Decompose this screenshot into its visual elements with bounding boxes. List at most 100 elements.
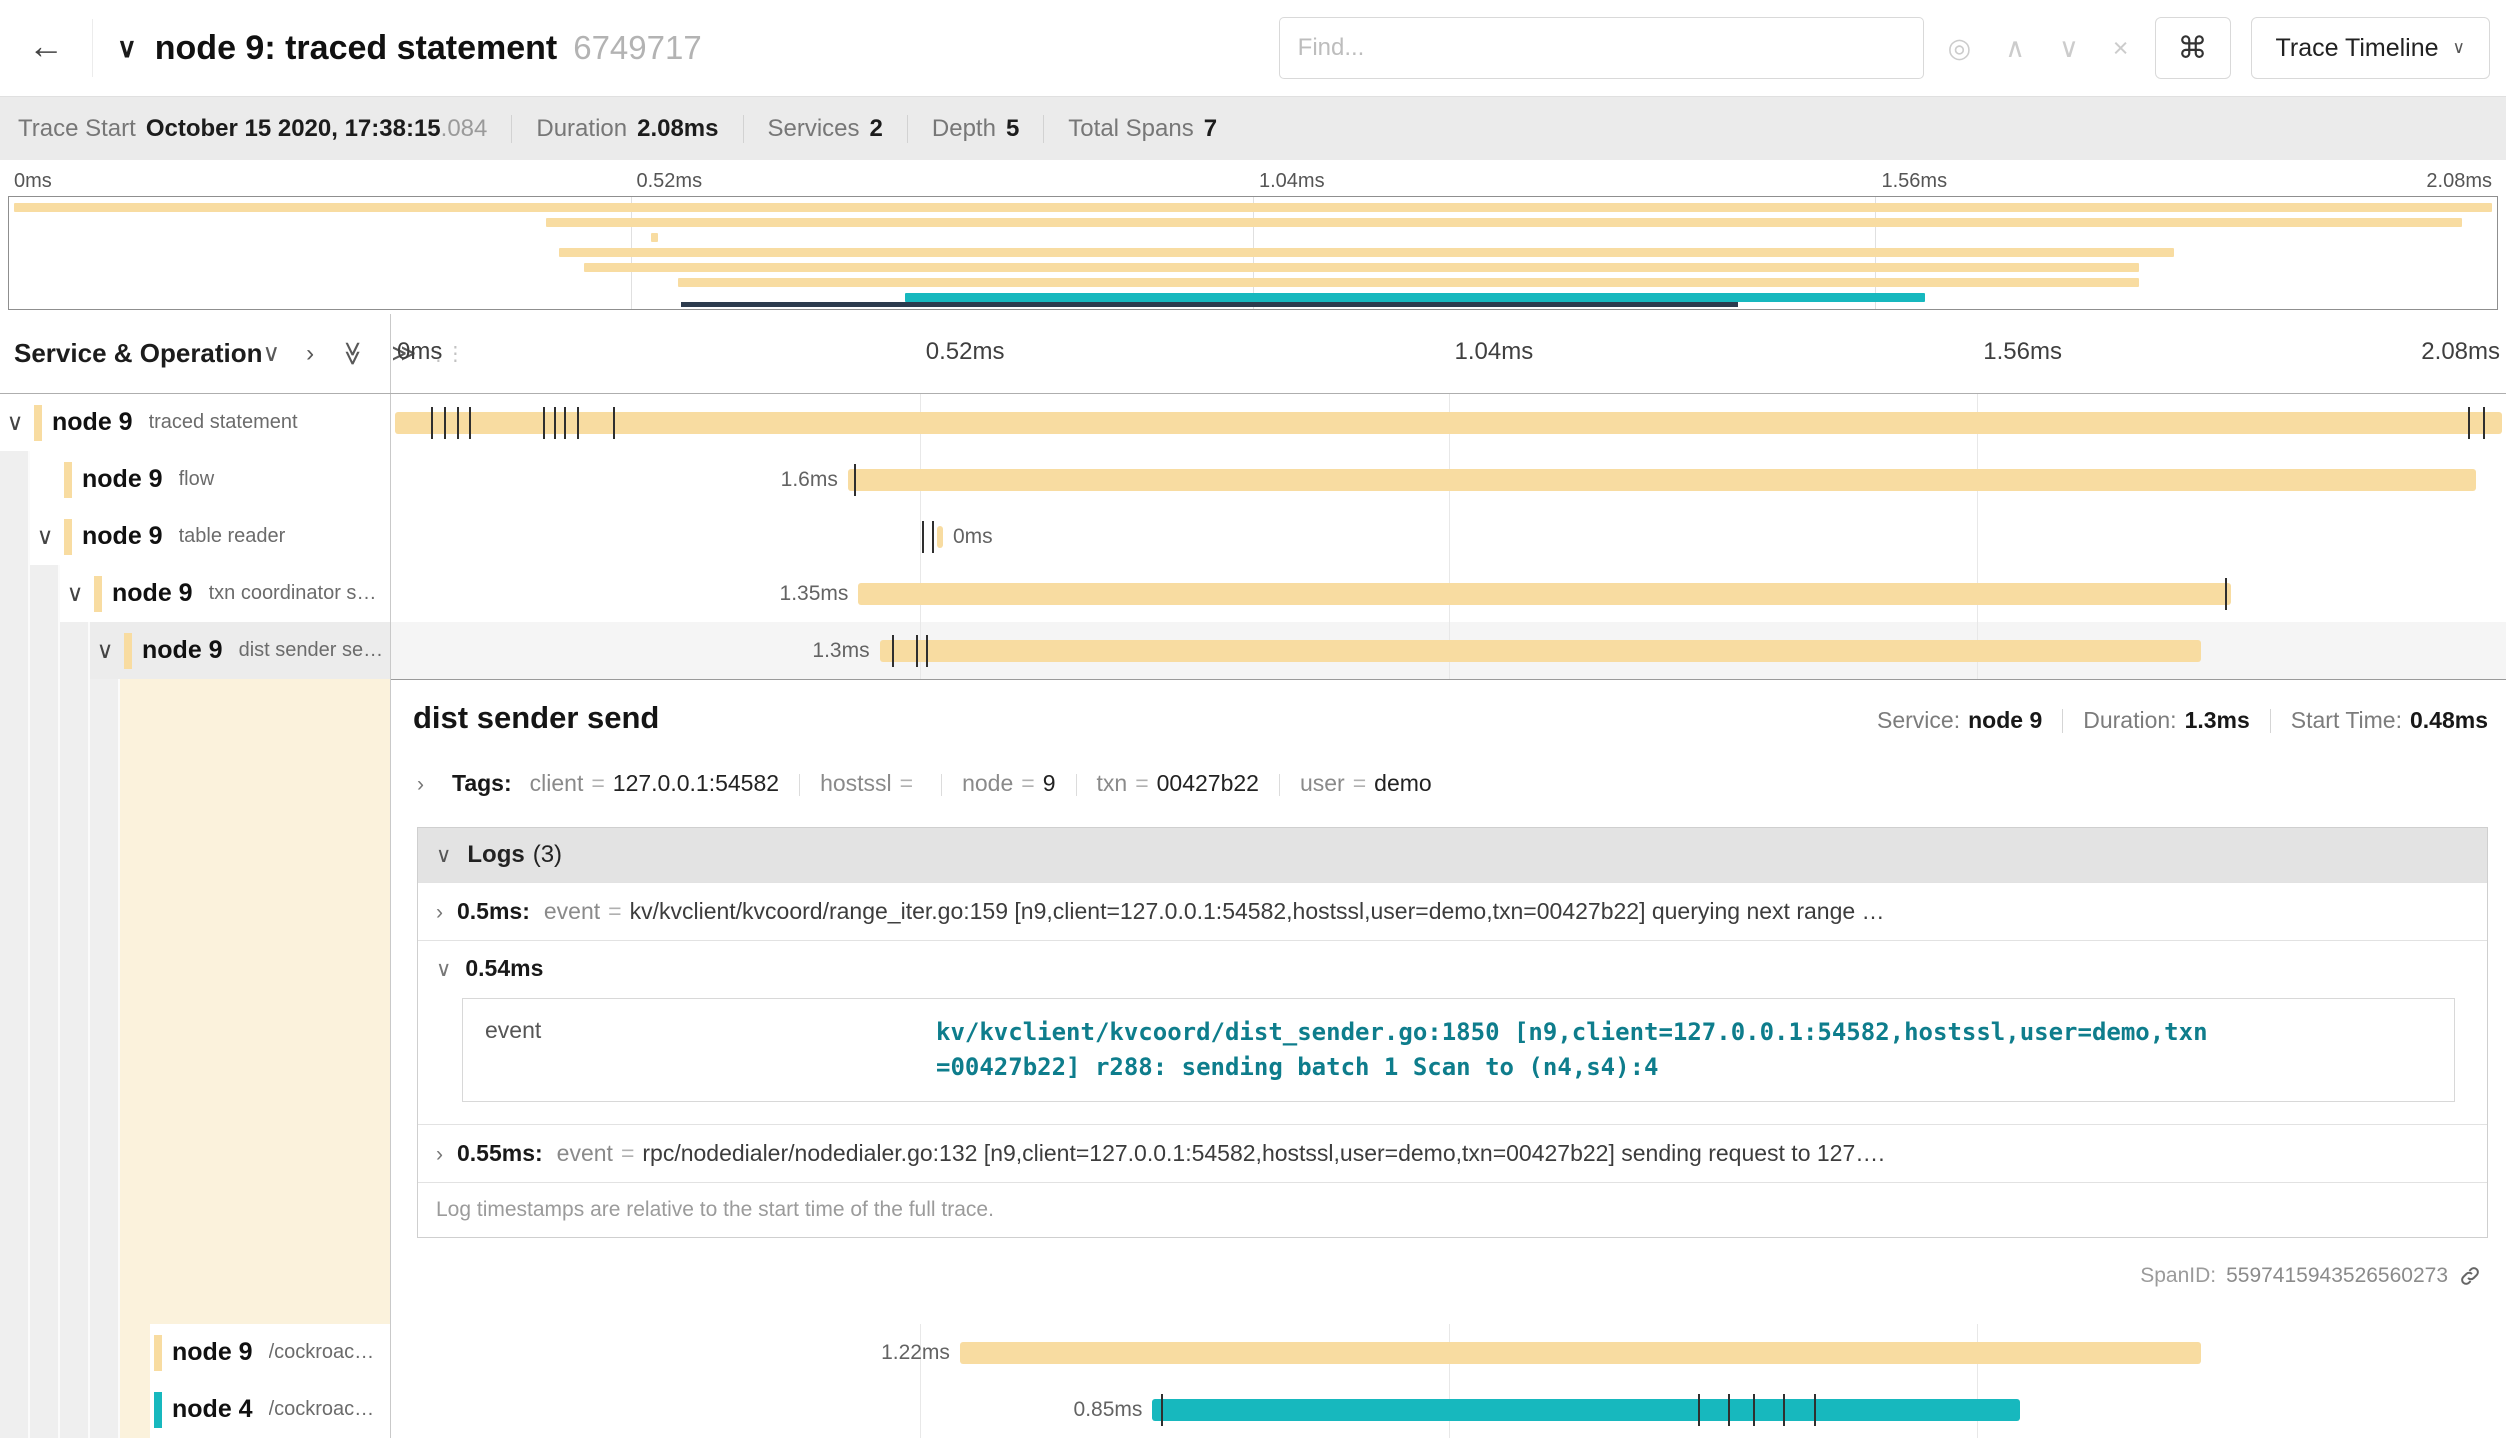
- summary-item: Trace StartOctober 15 2020, 17:38:15.084: [18, 115, 487, 143]
- ruler-label: 2.08ms: [2426, 170, 2492, 193]
- span-bar-cell[interactable]: 1.3ms: [391, 622, 2506, 679]
- summary-item: Services2: [768, 115, 883, 143]
- tags-row[interactable]: › Tags: client=127.0.0.1:54582hostssl=no…: [413, 770, 2488, 797]
- minimap-canvas[interactable]: [8, 196, 2498, 310]
- service-color-swatch: [154, 1335, 162, 1371]
- indent-guide: [30, 679, 60, 1324]
- span-bar[interactable]: [858, 583, 2231, 605]
- detail-indent-guides: [0, 679, 391, 1324]
- keyboard-shortcuts-button[interactable]: ⌘: [2155, 17, 2231, 79]
- span-row: ∨node 9traced statement: [0, 394, 2506, 451]
- span-toggle-icon[interactable]: ∨: [30, 523, 60, 550]
- logs-header[interactable]: ∨ Logs (3): [418, 828, 2487, 882]
- tag-item: user=demo: [1300, 770, 1432, 796]
- focus-match-icon[interactable]: ◎: [1948, 33, 1972, 64]
- log-marker: [922, 521, 924, 553]
- log-entry[interactable]: ›0.55ms:event=rpc/nodedialer/nodedialer.…: [418, 1124, 2487, 1182]
- span-name-cell[interactable]: node 9/cockroach.roachpb.I...: [0, 1324, 391, 1381]
- title-chevron-icon[interactable]: ∨: [117, 33, 137, 64]
- next-match-icon[interactable]: ∨: [2059, 33, 2079, 64]
- tag-key: node: [962, 770, 1013, 796]
- span-bar-cell[interactable]: 1.22ms: [391, 1324, 2506, 1381]
- span-row: ∨node 9txn coordinator send 1.35ms: [0, 565, 2506, 622]
- logs-section: ∨ Logs (3) ›0.5ms:event=kv/kvclient/kvco…: [417, 827, 2488, 1238]
- log-marker: [1783, 1394, 1785, 1426]
- span-bar-cell[interactable]: 0ms: [391, 508, 2506, 565]
- log-toggle-icon: ∨: [436, 958, 451, 981]
- span-name-cell[interactable]: ∨node 9txn coordinator send: [0, 565, 391, 622]
- span-toggle-icon[interactable]: ∨: [90, 637, 120, 664]
- service-name: node 9: [142, 636, 223, 665]
- span-bar[interactable]: [1152, 1399, 2019, 1421]
- span-bar[interactable]: [960, 1342, 2202, 1364]
- trace-minimap: 0ms0.52ms1.04ms1.56ms2.08ms: [0, 160, 2506, 310]
- summary-item: Duration2.08ms: [536, 115, 718, 143]
- indent-guide-active: [120, 1381, 150, 1438]
- clear-search-icon[interactable]: ×: [2113, 33, 2129, 64]
- service-color-swatch: [124, 633, 132, 669]
- log-marker: [1698, 1394, 1700, 1426]
- log-marker: [1753, 1394, 1755, 1426]
- ruler-label: 0.52ms: [926, 338, 1005, 366]
- span-detail-title: dist sender send: [413, 700, 659, 736]
- minimap-span-bar: [678, 278, 2138, 287]
- span-bar-cell[interactable]: 1.6ms: [391, 451, 2506, 508]
- log-entry-header[interactable]: ∨0.54ms: [436, 955, 2473, 982]
- indent-guide: [0, 565, 30, 622]
- log-marker: [564, 407, 566, 439]
- operation-name: flow: [179, 468, 221, 491]
- span-bar[interactable]: [880, 640, 2202, 662]
- summary-label: Total Spans: [1068, 115, 1193, 143]
- summary-label: Depth: [932, 115, 996, 143]
- indent-guide: [30, 1324, 60, 1381]
- span-toggle-icon[interactable]: ∨: [60, 580, 90, 607]
- span-bar-cell[interactable]: [391, 394, 2506, 451]
- back-button[interactable]: ←: [16, 19, 93, 77]
- log-key: event: [544, 898, 600, 924]
- duration-label: 1.35ms: [780, 582, 849, 606]
- collapse-all-icon[interactable]: ≫: [338, 341, 367, 366]
- log-marker: [854, 464, 856, 496]
- deep-link-icon[interactable]: [2458, 1264, 2482, 1288]
- indent-guide: [60, 679, 90, 1324]
- tag-value: 00427b22: [1157, 770, 1259, 796]
- search-controls: ◎ ∧ ∨ ×: [1948, 33, 2129, 64]
- collapse-one-icon[interactable]: ∨: [263, 339, 281, 368]
- timeline-gridline: [1977, 508, 1978, 565]
- span-name-cell[interactable]: ∨node 9dist sender send: [0, 622, 391, 679]
- tag-equals: =: [900, 770, 913, 796]
- log-entry[interactable]: ›0.5ms:event=kv/kvclient/kvcoord/range_i…: [418, 882, 2487, 940]
- span-bar[interactable]: [848, 469, 2477, 491]
- trace-view-selector[interactable]: Trace Timeline ∨: [2251, 17, 2490, 79]
- span-id-label: SpanID:: [2140, 1264, 2216, 1288]
- find-input[interactable]: [1279, 17, 1924, 79]
- duration-label: 1.3ms: [812, 639, 869, 663]
- minimap-span-bar: [546, 218, 2462, 227]
- expand-one-icon[interactable]: ›: [306, 340, 314, 368]
- prev-match-icon[interactable]: ∧: [2005, 33, 2025, 64]
- log-equals: =: [608, 898, 621, 924]
- log-marker: [457, 407, 459, 439]
- span-name-cell[interactable]: node 4/cockroach.roachpb.I...: [0, 1381, 391, 1438]
- service-name: node 9: [52, 408, 133, 437]
- span-toggle-icon[interactable]: ∨: [0, 409, 30, 436]
- span-bar-cell[interactable]: 0.85ms: [391, 1381, 2506, 1438]
- span-id-value: 5597415943526560273: [2226, 1264, 2448, 1288]
- timeline-gridline: [920, 1381, 921, 1438]
- tags-toggle-icon: ›: [417, 773, 424, 797]
- span-bar-cell[interactable]: 1.35ms: [391, 565, 2506, 622]
- span-name-cell[interactable]: node 9flow: [0, 451, 391, 508]
- summary-value-suffix: .084: [441, 115, 488, 143]
- service-color-swatch: [154, 1392, 162, 1428]
- timeline-gridline: [1449, 508, 1450, 565]
- log-entry-expanded: ∨0.54mseventkv/kvclient/kvcoord/dist_sen…: [418, 940, 2487, 1124]
- span-bar[interactable]: [395, 412, 2502, 434]
- span-name-cell[interactable]: ∨node 9table reader: [0, 508, 391, 565]
- span-bar[interactable]: [937, 526, 943, 548]
- summary-divider: [511, 115, 512, 143]
- log-marker: [892, 635, 894, 667]
- summary-value: 2: [870, 115, 883, 143]
- chevron-down-icon: ∨: [2453, 38, 2465, 58]
- summary-value: 2.08ms: [637, 115, 718, 143]
- span-name-cell[interactable]: ∨node 9traced statement: [0, 394, 391, 451]
